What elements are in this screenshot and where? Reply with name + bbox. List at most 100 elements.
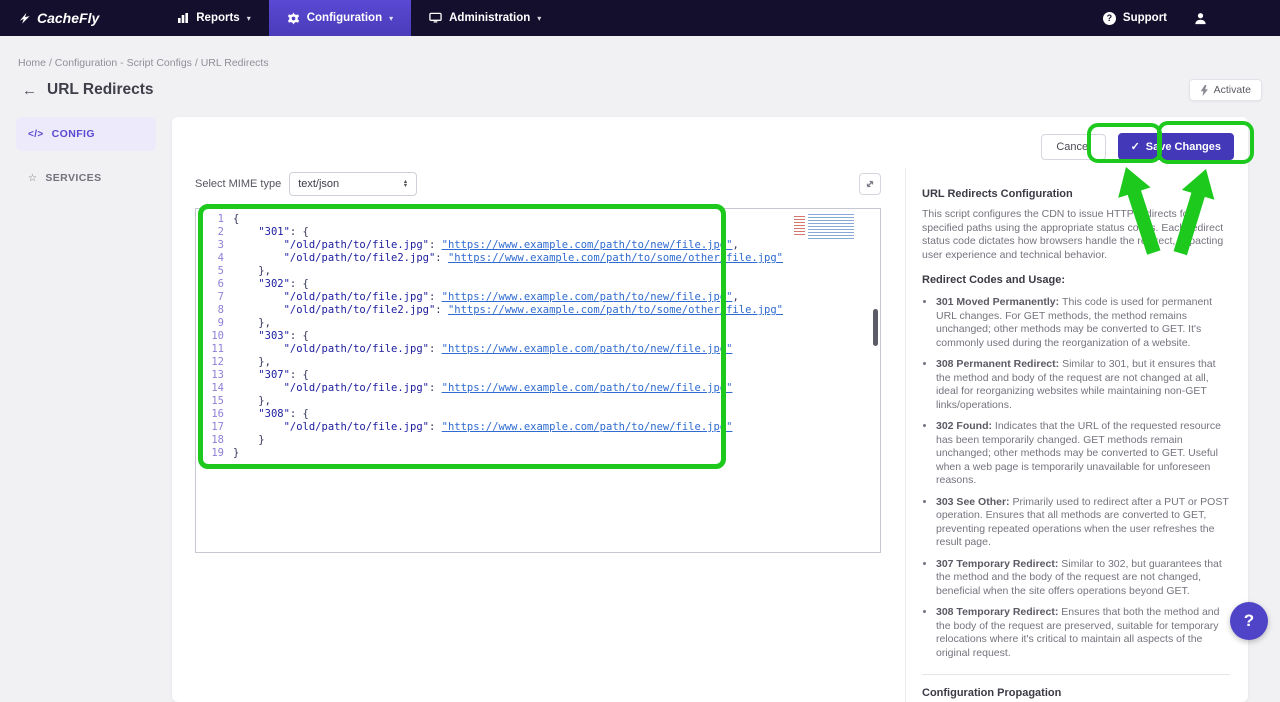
activate-label: Activate — [1214, 84, 1251, 96]
code-lines: 1{2 "301": {3 "/old/path/to/file.jpg": "… — [196, 213, 880, 460]
save-label: Save Changes — [1146, 141, 1221, 153]
sidebar-item-config[interactable]: </> CONFIG — [16, 117, 156, 151]
chevron-down-icon: ▾ — [389, 14, 393, 23]
code-line: 17 "/old/path/to/file.jpg": "https://www… — [196, 421, 880, 434]
code-line: 9 }, — [196, 317, 880, 330]
code-line: 2 "301": { — [196, 226, 880, 239]
top-nav: CacheFly Reports ▾ Configuration ▾ Admin… — [0, 0, 1280, 36]
question-circle-icon: ? — [1103, 12, 1116, 25]
line-number: 19 — [196, 447, 224, 460]
chevron-down-icon: ▾ — [537, 14, 541, 23]
expand-icon — [864, 178, 876, 190]
primary-nav: Reports ▾ Configuration ▾ Administration… — [159, 0, 559, 36]
nav-administration[interactable]: Administration ▾ — [411, 0, 559, 36]
line-number: 12 — [196, 356, 224, 369]
docs-bullet: 308 Temporary Redirect: Ensures that bot… — [936, 606, 1230, 660]
nav-right: ? Support — [1103, 0, 1280, 36]
code-line: 4 "/old/path/to/file2.jpg": "https://www… — [196, 252, 880, 265]
docs-bullet: 308 Permanent Redirect: Similar to 301, … — [936, 358, 1230, 412]
code-line: 14 "/old/path/to/file.jpg": "https://www… — [196, 382, 880, 395]
line-number: 13 — [196, 369, 224, 382]
mime-type-select[interactable]: text/json ▲▼ — [289, 172, 417, 196]
code-line: 12 }, — [196, 356, 880, 369]
line-number: 10 — [196, 330, 224, 343]
code-line: 3 "/old/path/to/file.jpg": "https://www.… — [196, 239, 880, 252]
nav-reports-label: Reports — [196, 12, 239, 24]
code-line: 8 "/old/path/to/file2.jpg": "https://www… — [196, 304, 880, 317]
code-line: 1{ — [196, 213, 880, 226]
docs-usage-heading: Redirect Codes and Usage: — [922, 274, 1230, 286]
chevron-down-icon: ▾ — [247, 14, 251, 23]
docs-bullet: 303 See Other: Primarily used to redirec… — [936, 496, 1230, 550]
user-icon — [1193, 11, 1208, 26]
breadcrumb-current: URL Redirects — [201, 57, 269, 69]
code-line: 11 "/old/path/to/file.jpg": "https://www… — [196, 343, 880, 356]
docs-title: URL Redirects Configuration — [922, 188, 1230, 200]
mime-type-value: text/json — [298, 178, 339, 190]
code-line: 10 "303": { — [196, 330, 880, 343]
config-card: Cancel ✓ Save Changes Select MIME type t… — [172, 117, 1248, 702]
editor-panel: Select MIME type text/json ▲▼ 1{2 "301":… — [172, 168, 905, 702]
cachefly-bolt-icon — [18, 11, 31, 25]
nav-support[interactable]: ? Support — [1103, 12, 1167, 25]
line-number: 17 — [196, 421, 224, 434]
nav-support-label: Support — [1123, 12, 1167, 24]
docs-divider — [922, 674, 1230, 675]
code-line: 13 "307": { — [196, 369, 880, 382]
code-line: 6 "302": { — [196, 278, 880, 291]
nav-configuration[interactable]: Configuration ▾ — [269, 0, 411, 36]
line-number: 18 — [196, 434, 224, 447]
brand-logo[interactable]: CacheFly — [0, 0, 117, 36]
back-arrow-icon[interactable]: ← — [22, 82, 37, 99]
activate-button[interactable]: Activate — [1189, 79, 1262, 101]
code-editor[interactable]: 1{2 "301": {3 "/old/path/to/file.jpg": "… — [195, 208, 881, 553]
breadcrumb-home[interactable]: Home — [18, 57, 46, 69]
help-button[interactable]: ? — [1230, 602, 1268, 640]
line-number: 1 — [196, 213, 224, 226]
line-number: 16 — [196, 408, 224, 421]
save-changes-button[interactable]: ✓ Save Changes — [1118, 133, 1234, 160]
bolt-icon — [1200, 85, 1209, 96]
editor-scrollbar-thumb[interactable] — [873, 309, 878, 346]
sidebar-item-services[interactable]: ☆ SERVICES — [16, 161, 156, 195]
code-line: 18 } — [196, 434, 880, 447]
expand-editor-button[interactable] — [859, 173, 881, 195]
nav-configuration-label: Configuration — [307, 12, 382, 24]
cancel-label: Cancel — [1056, 141, 1090, 153]
sidebar-services-label: SERVICES — [45, 172, 101, 184]
select-carets-icon: ▲▼ — [403, 180, 408, 189]
line-number: 14 — [196, 382, 224, 395]
content: </> CONFIG ☆ SERVICES Cancel ✓ Save Chan… — [0, 117, 1280, 702]
monitor-icon — [429, 12, 442, 24]
editor-minimap — [794, 214, 854, 239]
mime-type-label: Select MIME type — [195, 178, 281, 190]
brand-name: CacheFly — [37, 10, 99, 26]
docs-bullet: 302 Found: Indicates that the URL of the… — [936, 420, 1230, 488]
breadcrumb-script-configs[interactable]: Configuration - Script Configs — [55, 57, 192, 69]
line-number: 11 — [196, 343, 224, 356]
line-number: 7 — [196, 291, 224, 304]
line-number: 5 — [196, 265, 224, 278]
sidebar-config-label: CONFIG — [52, 128, 95, 140]
docs-propagation-heading: Configuration Propagation — [922, 687, 1230, 699]
check-icon: ✓ — [1131, 140, 1140, 153]
actions-row: Cancel ✓ Save Changes — [172, 117, 1248, 168]
user-menu[interactable] — [1193, 11, 1208, 26]
cancel-button[interactable]: Cancel — [1041, 134, 1105, 160]
docs-panel: URL Redirects Configuration This script … — [905, 168, 1248, 702]
page-title: URL Redirects — [47, 81, 154, 99]
line-number: 2 — [196, 226, 224, 239]
code-line: 5 }, — [196, 265, 880, 278]
minimap-red-marks — [794, 216, 805, 237]
docs-bullet: 301 Moved Permanently: This code is used… — [936, 296, 1230, 350]
nav-reports[interactable]: Reports ▾ — [159, 0, 268, 36]
line-number: 3 — [196, 239, 224, 252]
code-line: 16 "308": { — [196, 408, 880, 421]
nav-administration-label: Administration — [449, 12, 530, 24]
card-body: Select MIME type text/json ▲▼ 1{2 "301":… — [172, 168, 1248, 702]
line-number: 15 — [196, 395, 224, 408]
sidebar: </> CONFIG ☆ SERVICES — [16, 117, 156, 205]
docs-bullet: 307 Temporary Redirect: Similar to 302, … — [936, 558, 1230, 599]
line-number: 8 — [196, 304, 224, 317]
bar-chart-icon — [177, 12, 189, 24]
